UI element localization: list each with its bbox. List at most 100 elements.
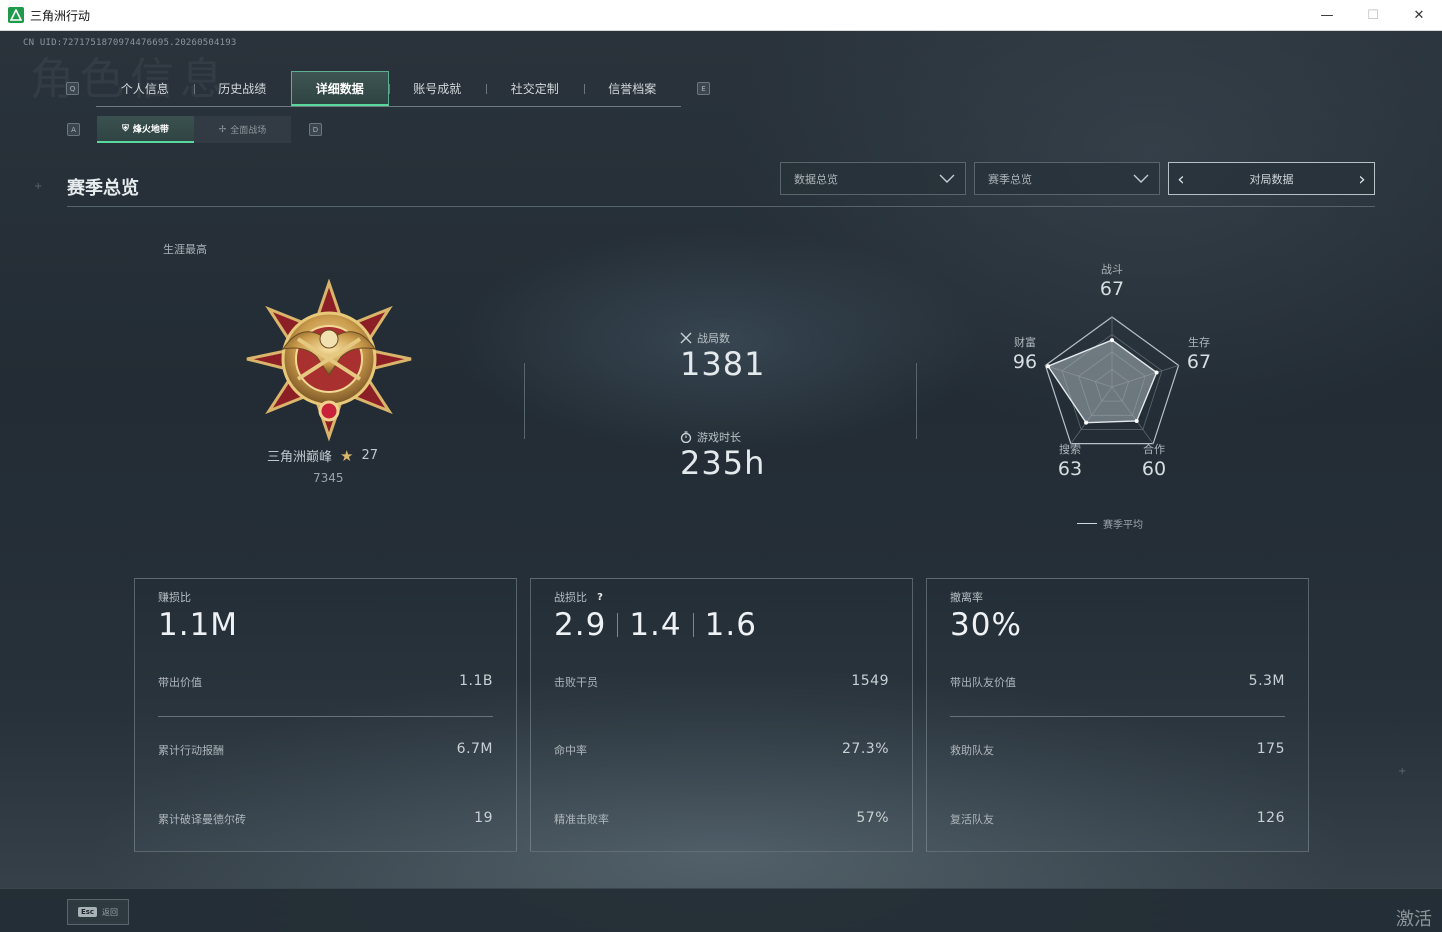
- uid-text: CN UID:7271751870974476695.20260504193: [23, 38, 237, 48]
- close-button[interactable]: ✕: [1396, 0, 1442, 31]
- decor-crosshair: +: [1398, 766, 1407, 777]
- main-stage: 角色信息 CN UID:7271751870974476695.20260504…: [0, 31, 1442, 932]
- matches-value: 1381: [680, 345, 766, 383]
- radar-value-search: 63: [1057, 458, 1083, 480]
- radar-value-wealth: 96: [1012, 351, 1038, 373]
- rank-medal-icon: [246, 279, 412, 442]
- row-label: 带出价值: [158, 676, 202, 689]
- row-value: 27.3%: [842, 741, 889, 757]
- dropdown-value: 数据总览: [794, 172, 838, 186]
- kd-value-2: 1.4: [629, 607, 682, 643]
- radar-data-point: [1046, 364, 1051, 369]
- radar-value-survival: 67: [1186, 351, 1212, 373]
- row-value: 6.7M: [456, 741, 493, 757]
- rank-stars: 27: [361, 448, 379, 463]
- row-label: 累计破译曼德尔砖: [158, 813, 246, 826]
- sub-tab-bar: ⛨ 烽火地带 ✢ 全面战场: [97, 116, 291, 143]
- radar-label-search: 搜索: [1059, 443, 1081, 456]
- radar-data-point: [1154, 370, 1159, 375]
- card-main-value: 2.9 1.4 1.6: [554, 607, 757, 643]
- row-value: 5.3M: [1248, 673, 1285, 689]
- header-divider: [67, 206, 1375, 207]
- tab-achievements[interactable]: 账号成就: [388, 71, 487, 106]
- card-row: 救助队友 175: [950, 741, 1285, 758]
- playtime-value: 235h: [680, 444, 766, 482]
- match-data-pager: ‹ 对局数据 ›: [1168, 162, 1375, 195]
- data-overview-dropdown[interactable]: 数据总览: [780, 162, 966, 195]
- subtab-zone-label: 烽火地带: [132, 125, 169, 135]
- top-tab-bar: 个人信息 历史战绩 详细数据 账号成就 社交定制 信誉档案: [96, 71, 681, 107]
- tab-history[interactable]: 历史战绩: [193, 71, 292, 106]
- window-titlebar: 三角洲行动 — ☐ ✕: [0, 0, 1442, 31]
- row-label: 命中率: [554, 744, 587, 757]
- tab-profile[interactable]: 个人信息: [96, 71, 194, 106]
- card-row: 复活队友 126: [950, 810, 1285, 827]
- card-main-value: 30%: [950, 607, 1022, 643]
- row-label: 复活队友: [950, 813, 994, 826]
- card-row: 带出队友价值 5.3M: [950, 673, 1285, 690]
- legend-label: 赛季平均: [1103, 520, 1143, 531]
- key-hint-d: D: [309, 123, 322, 136]
- key-hint-q: Q: [66, 82, 79, 95]
- chevron-right-icon[interactable]: ›: [1352, 168, 1372, 190]
- app-logo-icon: [8, 7, 24, 23]
- maximize-button[interactable]: ☐: [1350, 0, 1396, 31]
- radar-value-teamwork: 60: [1141, 458, 1167, 480]
- subtab-zone[interactable]: ⛨ 烽火地带: [97, 116, 194, 143]
- radar-value-combat: 67: [1099, 278, 1125, 300]
- card-title: 撤离率: [950, 591, 983, 604]
- radar-label-wealth: 财富: [1014, 336, 1036, 349]
- subtab-battlefield[interactable]: ✢ 全面战场: [194, 116, 291, 143]
- subtab-battlefield-label: 全面战场: [230, 126, 267, 136]
- radar-label-survival: 生存: [1188, 336, 1210, 349]
- radar-label-combat: 战斗: [1101, 263, 1123, 276]
- tab-social[interactable]: 社交定制: [486, 71, 584, 106]
- dropdown-value: 赛季总览: [988, 172, 1032, 186]
- card-divider: [950, 716, 1285, 717]
- esc-key: Esc: [77, 907, 98, 917]
- chevron-left-icon[interactable]: ‹: [1171, 168, 1191, 190]
- extraction-rate-card: 撤离率 30% 带出队友价值 5.3M 救助队友 175 复活队友 126: [926, 578, 1309, 852]
- star-icon: ★: [340, 446, 354, 465]
- card-title-text: 战损比: [554, 591, 587, 604]
- window-title: 三角洲行动: [30, 8, 91, 23]
- radar-data-point: [1110, 338, 1114, 343]
- row-value: 1.1B: [459, 673, 493, 689]
- row-value: 175: [1256, 741, 1285, 757]
- card-title: 赚损比: [158, 591, 191, 604]
- card-row: 累计破译曼德尔砖 19: [158, 810, 493, 827]
- row-value: 126: [1256, 810, 1285, 826]
- radar-series-area: [1047, 339, 1158, 424]
- footer-bar: Esc 返回 激活: [0, 888, 1442, 932]
- matches-label-text: 战局数: [697, 332, 730, 345]
- kd-value-3: 1.6: [704, 607, 757, 643]
- radar-data-point: [1084, 420, 1089, 425]
- row-value: 1549: [851, 673, 889, 689]
- zone-icon: ⛨: [122, 123, 129, 134]
- playtime-label: 游戏时长: [680, 429, 741, 445]
- battlefield-icon: ✢: [218, 124, 227, 135]
- vertical-divider: [524, 363, 525, 439]
- rank-score: 7345: [313, 471, 344, 485]
- tab-reputation[interactable]: 信誉档案: [583, 71, 682, 106]
- row-value: 57%: [856, 810, 889, 826]
- profit-ratio-card: 赚损比 1.1M 带出价值 1.1B 累计行动报酬 6.7M 累计破译曼德尔砖 …: [134, 578, 517, 852]
- career-best-label: 生涯最高: [163, 243, 207, 256]
- stopwatch-icon: [680, 431, 692, 443]
- playtime-label-text: 游戏时长: [697, 431, 741, 444]
- tab-detailed-data[interactable]: 详细数据: [291, 71, 389, 106]
- card-row: 击败干员 1549: [554, 673, 889, 690]
- radar-legend: 赛季平均: [1077, 516, 1143, 531]
- decor-crosshair: +: [34, 181, 43, 192]
- kd-ratio-card: 战损比 ? 2.9 1.4 1.6 击败干员 1549 命中率 27.3% 精准击败…: [530, 578, 913, 852]
- back-button[interactable]: Esc 返回: [67, 899, 129, 925]
- rank-info: 三角洲巅峰 ★ 27: [267, 446, 379, 466]
- season-dropdown[interactable]: 赛季总览: [974, 162, 1160, 195]
- back-label: 返回: [102, 907, 119, 917]
- help-icon[interactable]: ?: [593, 590, 607, 604]
- minimize-button[interactable]: —: [1304, 0, 1350, 31]
- crossed-swords-icon: [680, 332, 692, 344]
- value-separator: [692, 613, 694, 637]
- value-separator: [617, 613, 619, 637]
- key-hint-e: E: [697, 82, 710, 95]
